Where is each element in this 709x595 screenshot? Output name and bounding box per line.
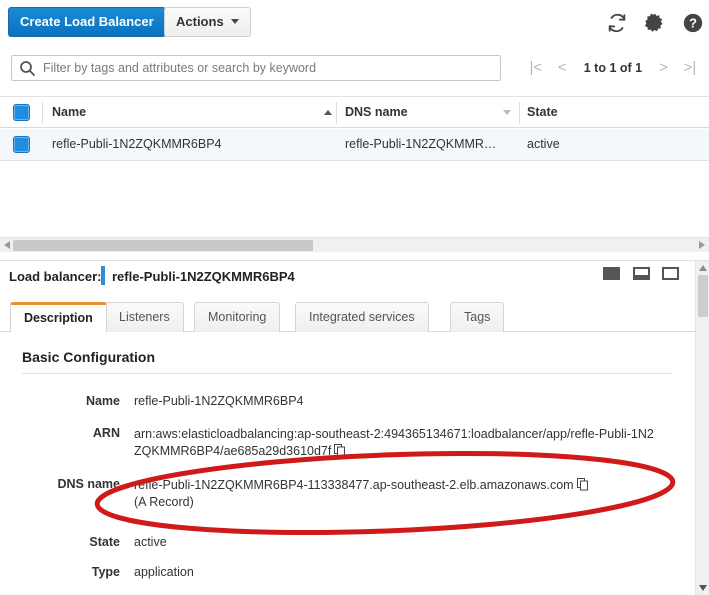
scroll-right-icon[interactable] bbox=[699, 241, 705, 249]
field-label-dns-name: DNS name bbox=[57, 477, 120, 491]
tab-tags-label: Tags bbox=[464, 310, 491, 324]
panel-size-controls bbox=[595, 267, 679, 285]
actions-button[interactable]: Actions bbox=[164, 7, 251, 37]
scroll-left-icon[interactable] bbox=[4, 241, 10, 249]
toolbar: Create Load Balancer Actions ? bbox=[0, 0, 709, 45]
field-value-arn-text: arn:aws:elasticloadbalancing:ap-southeas… bbox=[134, 427, 654, 458]
column-header-dns-name-label: DNS name bbox=[345, 105, 408, 119]
detail-panel: Load balancer: refle-Publi-1N2ZQKMMR6BP4… bbox=[0, 261, 709, 595]
column-divider bbox=[519, 102, 520, 124]
filter-row: |< < 1 to 1 of 1 > >| bbox=[0, 45, 709, 89]
panel-splitter[interactable] bbox=[0, 252, 709, 267]
copy-arn-icon[interactable] bbox=[334, 444, 346, 457]
column-header-name-label: Name bbox=[52, 105, 87, 119]
pagination-first-button[interactable]: |< bbox=[525, 55, 547, 81]
row-select-checkbox[interactable] bbox=[13, 136, 30, 153]
sort-descending-icon bbox=[503, 110, 511, 115]
cell-name-value: refle-Publi-1N2ZQKMMR6BP4 bbox=[52, 137, 222, 151]
aws-load-balancer-console: Create Load Balancer Actions ? Filter by… bbox=[0, 0, 709, 595]
actions-label: Actions bbox=[176, 14, 224, 29]
pagination: |< < 1 to 1 of 1 > >| bbox=[525, 55, 701, 81]
detail-tabs: Description Listeners Monitoring Integra… bbox=[0, 300, 695, 332]
column-header-name[interactable]: Name bbox=[52, 97, 342, 127]
detail-header-divider bbox=[101, 266, 105, 285]
section-divider bbox=[22, 373, 672, 374]
tab-monitoring[interactable]: Monitoring bbox=[194, 302, 281, 332]
column-divider bbox=[42, 102, 43, 124]
tab-description[interactable]: Description bbox=[10, 302, 107, 332]
field-value-arn: arn:aws:elasticloadbalancing:ap-southeas… bbox=[134, 426, 654, 460]
vertical-scrollbar-thumb[interactable] bbox=[698, 275, 708, 317]
column-divider bbox=[336, 102, 337, 124]
panel-size-medium-icon[interactable] bbox=[632, 267, 650, 280]
create-load-balancer-label: Create Load Balancer bbox=[20, 14, 154, 29]
field-label-arn: ARN bbox=[92, 426, 120, 440]
svg-text:?: ? bbox=[689, 16, 697, 31]
refresh-icon[interactable] bbox=[606, 12, 628, 34]
field-label-name: Name bbox=[85, 394, 120, 408]
chevron-down-icon bbox=[230, 19, 239, 24]
scroll-down-icon[interactable] bbox=[699, 585, 707, 591]
splitter-grip-icon bbox=[340, 254, 370, 267]
tab-listeners[interactable]: Listeners bbox=[105, 302, 184, 332]
pagination-last-button[interactable]: >| bbox=[679, 55, 701, 81]
detail-header-value: refle-Publi-1N2ZQKMMR6BP4 bbox=[112, 269, 295, 284]
cell-name: refle-Publi-1N2ZQKMMR6BP4 bbox=[52, 129, 342, 160]
tab-integrated-services[interactable]: Integrated services bbox=[295, 302, 429, 332]
tab-integrated-services-label: Integrated services bbox=[309, 310, 415, 324]
field-label-state: State bbox=[89, 535, 120, 549]
help-icon[interactable]: ? bbox=[682, 12, 704, 34]
vertical-scrollbar[interactable] bbox=[695, 261, 709, 595]
sort-ascending-icon bbox=[324, 110, 332, 115]
copy-dns-name-icon[interactable] bbox=[576, 478, 589, 491]
panel-size-small-icon[interactable] bbox=[603, 267, 621, 280]
horizontal-scrollbar-thumb[interactable] bbox=[13, 240, 313, 251]
table-header: Name DNS name State bbox=[0, 96, 709, 128]
cell-dns-name: refle-Publi-1N2ZQKMMR… bbox=[345, 129, 525, 160]
field-value-dns-record-type: (A Record) bbox=[134, 495, 194, 509]
pagination-next-button[interactable]: > bbox=[653, 55, 675, 81]
search-box[interactable] bbox=[11, 55, 501, 81]
tab-tags[interactable]: Tags bbox=[450, 302, 505, 332]
table-row[interactable]: refle-Publi-1N2ZQKMMR6BP4 refle-Publi-1N… bbox=[0, 129, 709, 161]
field-value-type: application bbox=[134, 565, 194, 579]
field-value-name: refle-Publi-1N2ZQKMMR6BP4 bbox=[134, 394, 304, 408]
cell-state: active bbox=[527, 129, 677, 160]
detail-panel-header: Load balancer: refle-Publi-1N2ZQKMMR6BP4 bbox=[0, 261, 695, 294]
search-icon bbox=[19, 60, 36, 77]
column-header-state-label: State bbox=[527, 105, 558, 119]
pagination-prev-button[interactable]: < bbox=[551, 55, 573, 81]
gear-icon[interactable] bbox=[644, 12, 666, 34]
cell-state-value: active bbox=[527, 137, 560, 151]
tab-listeners-label: Listeners bbox=[119, 310, 170, 324]
panel-size-large-icon[interactable] bbox=[662, 267, 679, 280]
search-input[interactable] bbox=[41, 56, 496, 80]
select-all-checkbox[interactable] bbox=[13, 104, 30, 121]
section-title: Basic Configuration bbox=[22, 349, 156, 365]
field-value-dns-name: refle-Publi-1N2ZQKMMR6BP4-113338477.ap-s… bbox=[134, 477, 654, 511]
create-load-balancer-button[interactable]: Create Load Balancer bbox=[8, 7, 166, 37]
cell-dns-name-value: refle-Publi-1N2ZQKMMR… bbox=[345, 137, 497, 151]
scroll-up-icon[interactable] bbox=[699, 265, 707, 271]
tab-monitoring-label: Monitoring bbox=[208, 310, 267, 324]
tab-description-label: Description bbox=[24, 311, 93, 325]
pagination-range-label: 1 to 1 of 1 bbox=[583, 61, 643, 75]
detail-header-label: Load balancer: bbox=[9, 269, 102, 284]
field-label-type: Type bbox=[91, 565, 120, 579]
column-header-state[interactable]: State bbox=[527, 97, 677, 127]
field-value-state: active bbox=[134, 535, 167, 549]
column-header-dns-name[interactable]: DNS name bbox=[345, 97, 525, 127]
field-value-dns-name-text: refle-Publi-1N2ZQKMMR6BP4-113338477.ap-s… bbox=[134, 478, 574, 492]
horizontal-scrollbar[interactable] bbox=[0, 237, 709, 252]
